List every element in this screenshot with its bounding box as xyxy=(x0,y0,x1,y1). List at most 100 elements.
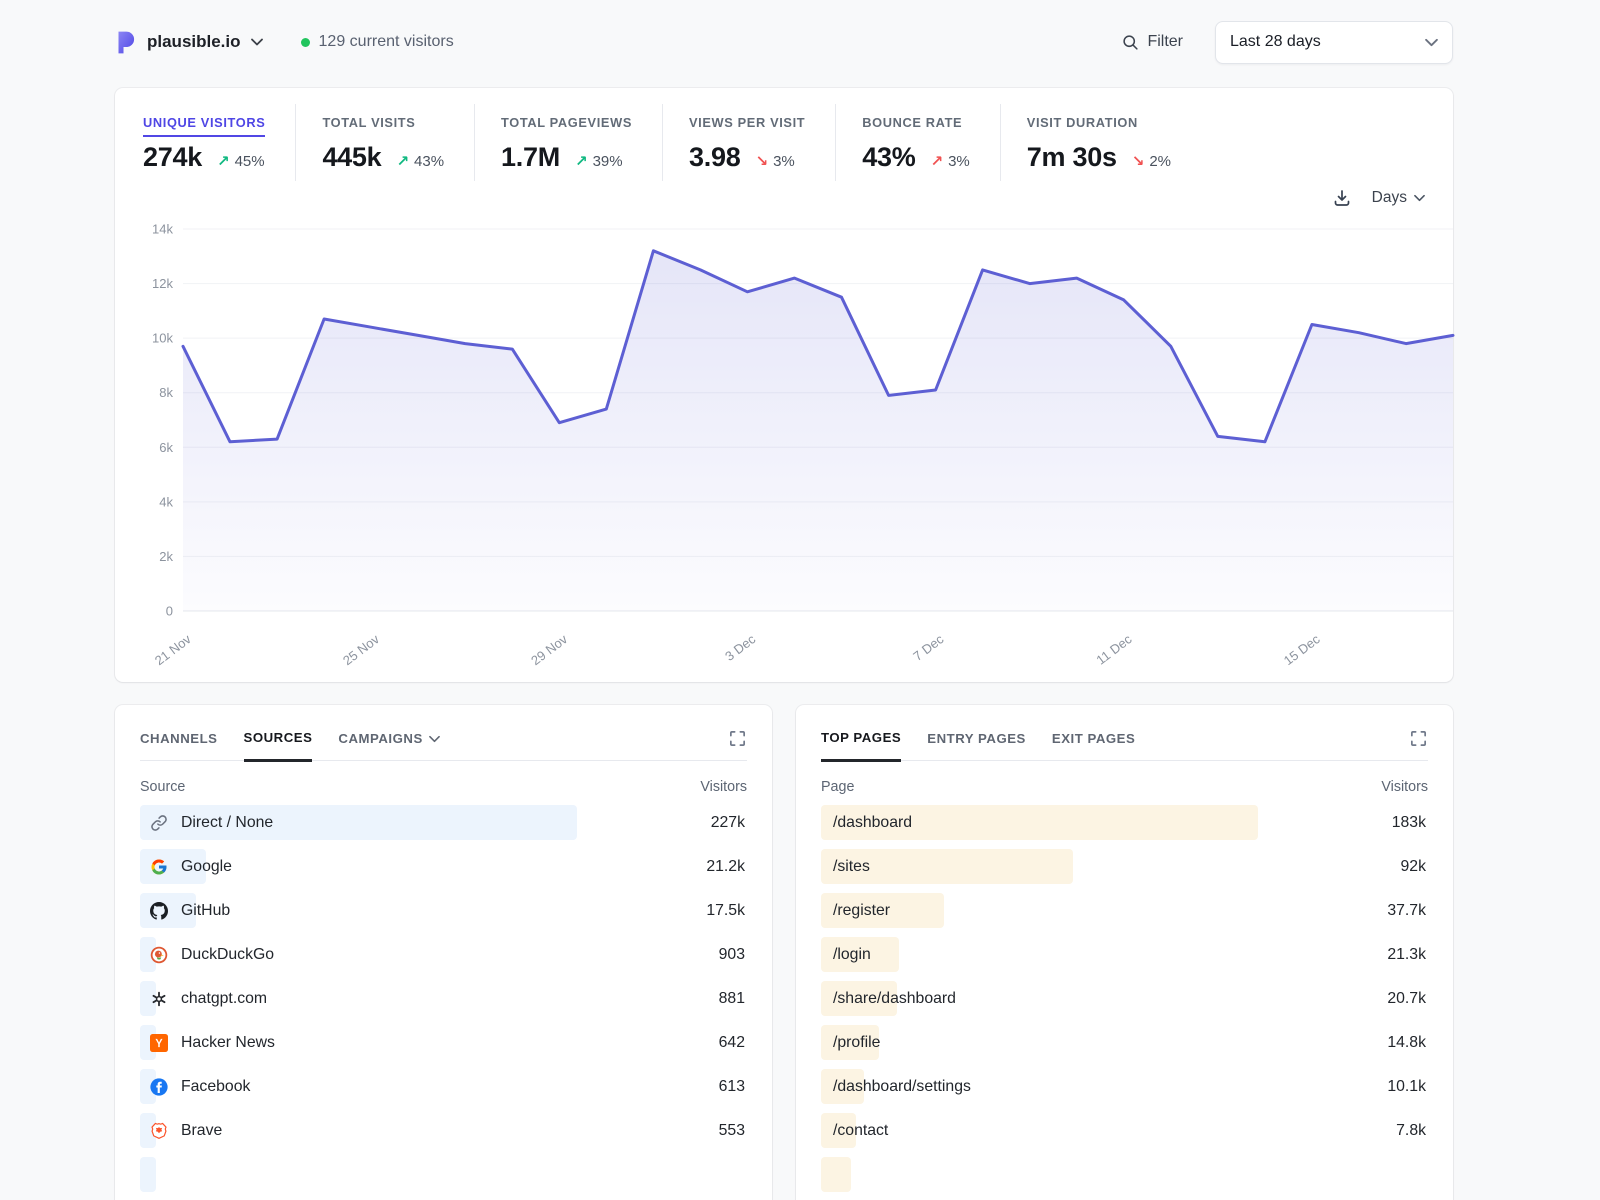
metric-unique-visitors[interactable]: UNIQUE VISITORS 274k ↗45% xyxy=(143,104,295,181)
metric-value: 1.7M xyxy=(501,142,560,173)
list-item-label: /login xyxy=(833,946,871,964)
col-header-page: Page xyxy=(821,779,854,795)
trend-arrow-icon: ↗ xyxy=(217,152,230,170)
metric-total-visits[interactable]: TOTAL VISITS445k↗43% xyxy=(295,104,474,181)
metric-change: ↗39% xyxy=(575,152,623,170)
x-axis-tick: 3 Dec xyxy=(722,631,759,664)
tab-top-pages[interactable]: TOP PAGES xyxy=(821,730,901,762)
filter-button[interactable]: Filter xyxy=(1122,33,1183,51)
list-item[interactable]: Hacker News642 xyxy=(140,1025,747,1060)
expand-icon[interactable] xyxy=(728,729,747,760)
metric-label: VISIT DURATION xyxy=(1027,115,1138,130)
date-range-select[interactable]: Last 28 days xyxy=(1215,21,1453,64)
col-header-visitors: Visitors xyxy=(700,779,747,795)
list-item-value: 613 xyxy=(719,1078,745,1096)
list-item[interactable]: Brave 553 xyxy=(140,1113,747,1148)
metric-change: ↘2% xyxy=(1132,152,1171,170)
list-item[interactable]: /dashboard/settings10.1k xyxy=(821,1069,1428,1104)
metric-visit-duration[interactable]: VISIT DURATION7m 30s↘2% xyxy=(1000,104,1201,181)
list-item[interactable]: /dashboard183k xyxy=(821,805,1428,840)
list-item-value: 17.5k xyxy=(706,902,745,920)
list-item-value: 21.2k xyxy=(706,858,745,876)
list-item[interactable]: /contact 7.8k xyxy=(821,1113,1428,1148)
search-icon xyxy=(1122,34,1139,51)
metric-views-per-visit[interactable]: VIEWS PER VISIT 3.98 ↘ 3% xyxy=(662,104,835,181)
list-item-label: Hacker News xyxy=(181,1034,275,1052)
list-item-value: 7.8k xyxy=(1396,1122,1426,1140)
metric-change: ↘ 3% xyxy=(755,152,794,170)
list-item-partial[interactable] xyxy=(140,1157,747,1192)
metric-change: ↗45% xyxy=(217,152,265,170)
y-axis-tick: 10k xyxy=(152,331,173,346)
hackernews-icon xyxy=(150,1034,168,1052)
github-icon xyxy=(150,902,168,920)
sources-tabs: CHANNELS SOURCES CAMPAIGNS xyxy=(140,729,747,761)
site-name: plausible.io xyxy=(147,32,241,52)
list-item-value: 14.8k xyxy=(1387,1034,1426,1052)
list-item-partial[interactable] xyxy=(821,1157,1428,1192)
list-item[interactable]: /register 37.7k xyxy=(821,893,1428,928)
list-item[interactable]: /share/dashboard20.7k xyxy=(821,981,1428,1016)
chevron-down-icon xyxy=(1425,38,1438,47)
list-item[interactable]: DuckDuckGo903 xyxy=(140,937,747,972)
y-axis-tick: 0 xyxy=(166,604,173,619)
interval-value: Days xyxy=(1372,189,1407,207)
visitors-area-chart[interactable]: 02k4k6k8k10k12k14k21 Nov25 Nov29 Nov3 De… xyxy=(135,217,1445,669)
list-item[interactable]: Google21.2k xyxy=(140,849,747,884)
visitors-chart-card: UNIQUE VISITORS 274k ↗45% TOTAL VISITS 445k ↗… xyxy=(115,88,1453,682)
list-item[interactable]: /login21.3k xyxy=(821,937,1428,972)
duckduckgo-icon xyxy=(150,946,168,964)
top-bar: plausible.io 129 current visitors Filter… xyxy=(115,20,1453,64)
trend-arrow-icon: ↗ xyxy=(575,152,588,170)
metric-value: 445k xyxy=(322,142,381,173)
metric-label: UNIQUE VISITORS xyxy=(143,115,265,137)
value-bar xyxy=(821,1157,851,1192)
tab-exit-pages[interactable]: EXIT PAGES xyxy=(1052,731,1135,760)
metric-value: 3.98 xyxy=(689,142,740,173)
expand-icon[interactable] xyxy=(1409,729,1428,760)
list-item-label: /sites xyxy=(833,858,870,876)
live-dot-icon xyxy=(301,38,310,47)
x-axis-tick: 25 Nov xyxy=(340,631,382,668)
list-item[interactable]: Direct / None227k xyxy=(140,805,747,840)
list-item[interactable]: Facebook613 xyxy=(140,1069,747,1104)
metric-label: VIEWS PER VISIT xyxy=(689,115,805,130)
filter-label: Filter xyxy=(1147,33,1183,51)
current-visitors[interactable]: 129 current visitors xyxy=(301,33,454,51)
tab-channels[interactable]: CHANNELS xyxy=(140,731,218,760)
list-item-label: /contact xyxy=(833,1122,888,1140)
list-item-label: /register xyxy=(833,902,890,920)
list-item-value: 37.7k xyxy=(1387,902,1426,920)
plausible-logo-icon xyxy=(115,30,137,55)
list-item[interactable]: /sites 92k xyxy=(821,849,1428,884)
metric-change: ↗3% xyxy=(931,152,970,170)
metric-label: TOTAL VISITS xyxy=(322,115,415,130)
list-item-value: 553 xyxy=(719,1122,745,1140)
list-item[interactable]: GitHub17.5k xyxy=(140,893,747,928)
trend-arrow-icon: ↘ xyxy=(755,152,768,170)
x-axis-tick: 29 Nov xyxy=(528,631,570,668)
metric-value: 274k xyxy=(143,142,202,173)
list-item-label: Brave xyxy=(181,1122,222,1140)
metrics-row: UNIQUE VISITORS 274k ↗45% TOTAL VISITS 445k ↗… xyxy=(143,104,1425,181)
download-icon[interactable] xyxy=(1332,188,1352,208)
y-axis-tick: 4k xyxy=(159,494,173,509)
tab-entry-pages[interactable]: ENTRY PAGES xyxy=(927,731,1026,760)
interval-select[interactable]: Days xyxy=(1372,189,1425,207)
list-item-label: /dashboard xyxy=(833,814,912,832)
list-item[interactable]: /profile14.8k xyxy=(821,1025,1428,1060)
site-switcher[interactable]: plausible.io xyxy=(115,30,263,55)
top-pages-panel: TOP PAGES ENTRY PAGES EXIT PAGES Page Vi… xyxy=(796,705,1453,1200)
list-item-label: DuckDuckGo xyxy=(181,946,274,964)
tab-campaigns[interactable]: CAMPAIGNS xyxy=(338,731,439,760)
list-item-value: 92k xyxy=(1401,858,1426,876)
chevron-down-icon xyxy=(251,38,263,46)
list-item-value: 20.7k xyxy=(1387,990,1426,1008)
tab-sources[interactable]: SOURCES xyxy=(244,730,313,762)
metric-change-pct: 3% xyxy=(948,153,970,170)
metric-change-pct: 3% xyxy=(773,153,795,170)
metric-total-pageviews[interactable]: TOTAL PAGEVIEWS1.7M↗39% xyxy=(474,104,662,181)
link-icon xyxy=(150,814,168,832)
metric-bounce-rate[interactable]: BOUNCE RATE43%↗3% xyxy=(835,104,1000,181)
list-item[interactable]: chatgpt.com881 xyxy=(140,981,747,1016)
